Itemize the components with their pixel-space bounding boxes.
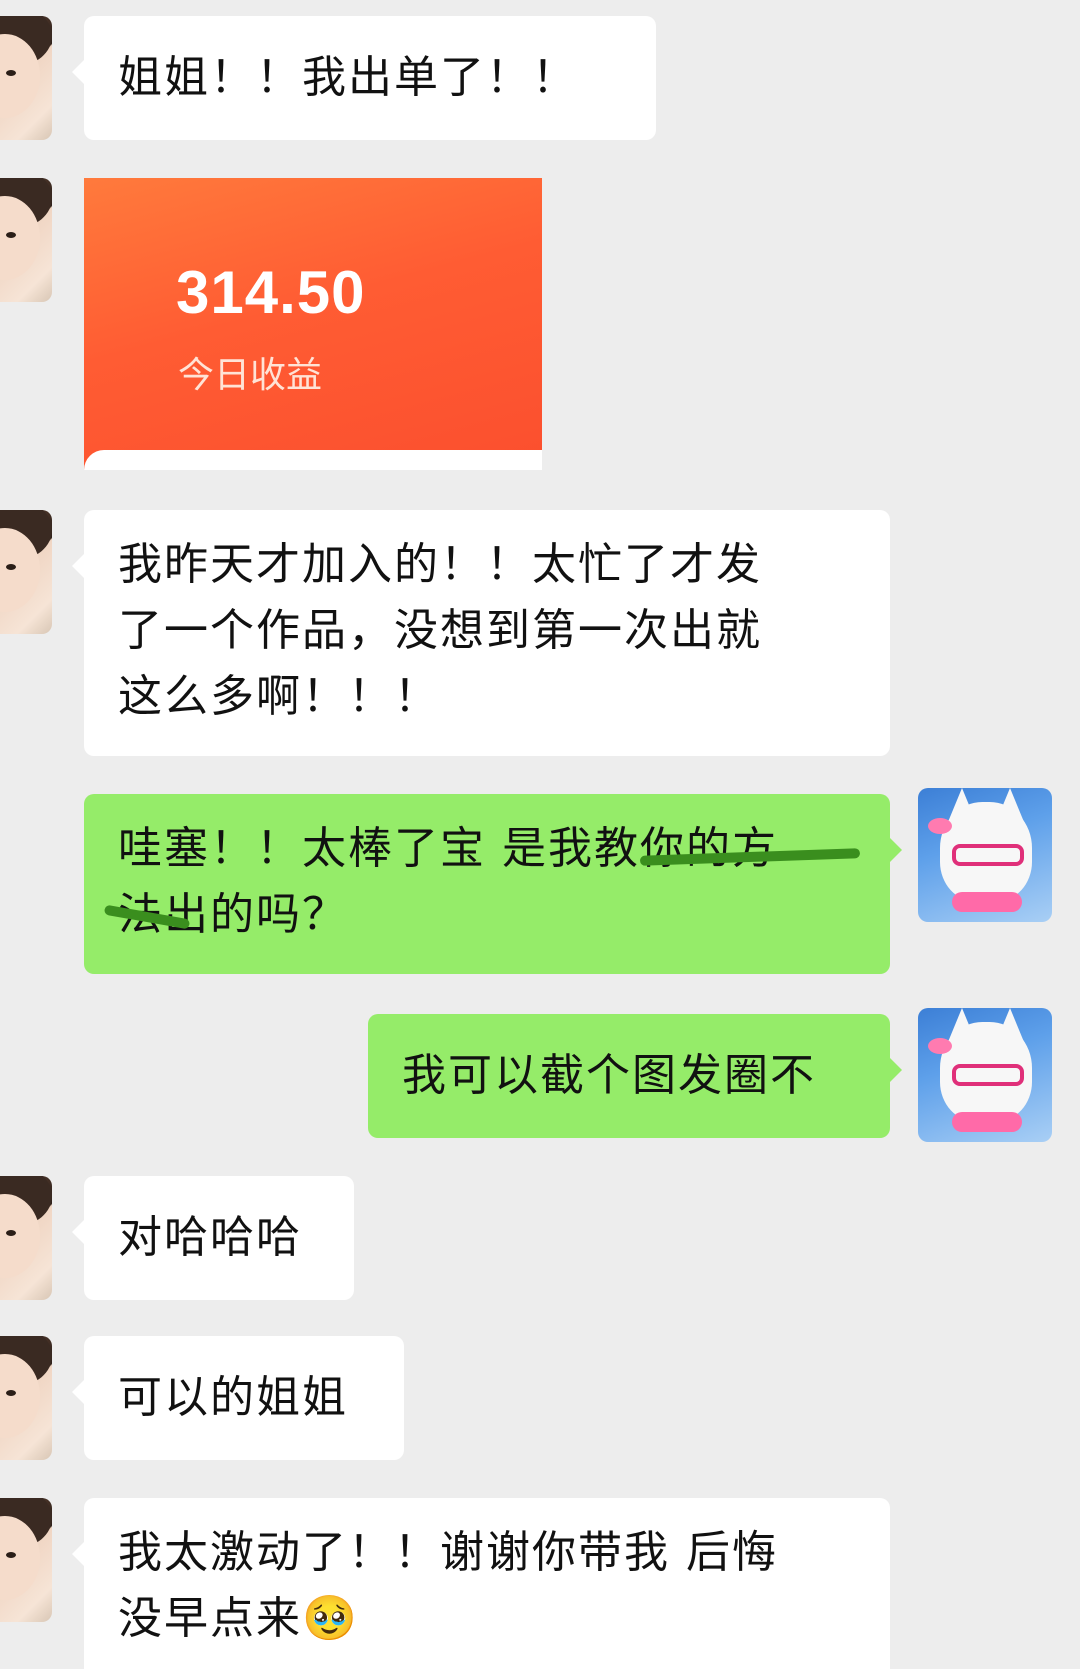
contact-avatar[interactable]	[0, 178, 52, 302]
message-bubble-outgoing[interactable]: 哇塞！！太棒了宝 是我教你的方 法出的吗？	[84, 794, 902, 974]
contact-avatar[interactable]	[0, 510, 52, 634]
message-bubble-incoming[interactable]: 对哈哈哈	[72, 1176, 354, 1300]
message-bubble-outgoing[interactable]: 我可以截个图发圈不	[368, 1014, 902, 1138]
contact-avatar[interactable]	[0, 1176, 52, 1300]
contact-avatar[interactable]	[0, 16, 52, 140]
earnings-caption: 今日收益	[178, 355, 323, 396]
contact-avatar[interactable]	[0, 1498, 52, 1622]
image-bottom-band	[84, 450, 542, 470]
earnings-amount: 314.50	[176, 259, 366, 326]
earnings-image-message[interactable]: 314.50 今日收益	[84, 178, 542, 470]
contact-avatar[interactable]	[0, 1336, 52, 1460]
message-bubble-incoming[interactable]: 我太激动了！！谢谢你带我 后悔 没早点来🥹	[72, 1498, 890, 1669]
cat-avatar-icon[interactable]	[918, 1008, 1052, 1142]
cat-avatar-icon[interactable]	[918, 788, 1052, 922]
message-bubble-incoming[interactable]: 姐姐！！我出单了！！	[72, 16, 656, 140]
message-bubble-incoming[interactable]: 我昨天才加入的！！太忙了才发 了一个作品，没想到第一次出就 这么多啊！！！	[72, 510, 890, 756]
message-bubble-incoming[interactable]: 可以的姐姐	[72, 1336, 404, 1460]
